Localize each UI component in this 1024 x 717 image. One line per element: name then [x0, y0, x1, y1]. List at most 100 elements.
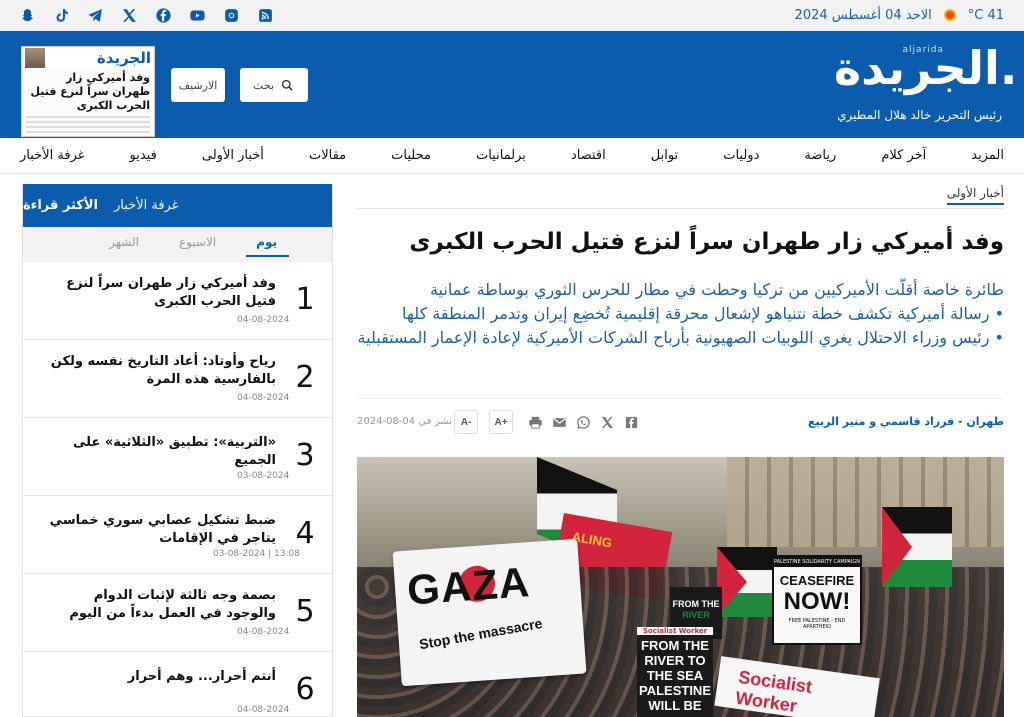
rank-title[interactable]: «التربية»: تطبيق «الثلاثية» على الجميع	[48, 434, 276, 470]
section-label[interactable]: أخبار الأولى	[946, 186, 1004, 205]
article-summary: طائرة خاصة أقلّت الأميركيين من تركيا وحط…	[357, 278, 1004, 350]
article-byline[interactable]: طهران - فرزاد قاسمي و منير الربيع	[808, 415, 1004, 428]
search-label: بحث	[253, 79, 274, 92]
instagram-icon[interactable]	[222, 6, 241, 25]
print-icon[interactable]	[527, 414, 543, 430]
share-bar	[527, 414, 639, 430]
whatsapp-share-icon[interactable]	[575, 414, 591, 430]
ceasefire-footer: FREE PALESTINE - END APARTHEID	[788, 618, 846, 630]
editor-in-chief: رئيس التحرير خالد هلال المطيري	[837, 108, 1002, 122]
river-sign-header: Socialist Worker	[637, 627, 713, 635]
most-read-sidebar: الأكثر قراءة غرفة الأخبار يوم الاسبوع ال…	[22, 184, 333, 717]
meta-divider	[357, 398, 1004, 399]
rank-number: 2	[295, 360, 315, 395]
nav-item[interactable]: أخبار الأولى	[202, 148, 264, 163]
gaza-word: GAZA	[405, 558, 532, 614]
rank-date: 04-08-2024	[237, 627, 290, 637]
gaza-subtext: Stop the massacre	[418, 614, 544, 653]
list-item[interactable]: 6 أنتم أحرار... وهم أحرار 04-08-2024	[23, 652, 332, 717]
rank-date: 04-08-2024	[237, 393, 290, 403]
font-decrease-button[interactable]: A-	[454, 410, 478, 434]
publish-date: نشر في 04-08-2024	[357, 416, 452, 427]
logo-latin: aljarida	[902, 45, 944, 55]
ceasefire-word: CEASEFIRE	[779, 573, 855, 588]
social-links	[18, 6, 275, 25]
rank-date: 03-08-2024	[237, 471, 290, 481]
river-sign-small-line: RIVER	[682, 610, 710, 620]
period-tab-day[interactable]: يوم	[246, 235, 289, 257]
list-item[interactable]: 1 وفد أميركي زار طهران سراً لنزع فتيل الح…	[23, 262, 332, 340]
top-bar: 41 C° الاحد 04 أغسطس 2024	[0, 0, 1024, 31]
nav-item[interactable]: محليات	[391, 148, 431, 163]
nav-item[interactable]: اقتصاد	[571, 148, 606, 163]
youtube-icon[interactable]	[188, 6, 207, 25]
facebook-share-icon[interactable]	[623, 414, 639, 430]
rank-title[interactable]: وفد أميركي زار طهران سراً لنزع فتيل الحر…	[48, 275, 276, 311]
river-sign-small-line: FROM THE	[672, 599, 720, 609]
paper-masthead: الجريدة	[22, 47, 154, 69]
gaza-sign: GAZA Stop the massacre	[392, 538, 587, 687]
nav-item[interactable]: توابل	[651, 148, 678, 163]
todays-paper-thumbnail[interactable]: الجريدة وفد أميركي زار طهران سراً لنزع ف…	[21, 46, 155, 137]
article-headline: وفد أميركي زار طهران سراً لنزع فتيل الحر…	[409, 229, 1004, 255]
summary-line: • رسالة أميركية تكشف خطة نتنياهو لإشعال …	[402, 304, 1004, 323]
nav-item[interactable]: مقالات	[309, 148, 346, 163]
nav-item[interactable]: المزيد	[971, 148, 1004, 163]
sun-icon	[942, 7, 958, 23]
nav-item[interactable]: فيديو	[130, 148, 157, 163]
temperature: 41 C°	[967, 7, 1004, 23]
palestinian-flag	[717, 547, 777, 617]
rank-date: 04-08-2024	[237, 705, 290, 715]
period-tab-week[interactable]: الاسبوع	[179, 235, 216, 254]
rank-title[interactable]: ضبط تشكيل عصابي سوري خماسي يتاجر في الإق…	[48, 512, 276, 548]
nav-item[interactable]: آخر كلام	[881, 148, 926, 163]
paper-headline: وفد أميركي زار طهران سراً لنزع فتيل الحر…	[30, 71, 150, 112]
palestinian-flag	[882, 507, 952, 587]
rank-title[interactable]: رياح وأوتاد: أعاد التاريخ نفسه ولكن بالف…	[48, 353, 276, 389]
paper-title: الجريدة	[96, 49, 151, 67]
nav-item[interactable]: رياضة	[804, 148, 836, 163]
list-item[interactable]: 5 بصمة وجه ثالثة لإثبات الدوام والوجود في…	[23, 574, 332, 652]
list-item[interactable]: 2 رياح وأوتاد: أعاد التاريخ نفسه ولكن بال…	[23, 340, 332, 418]
rank-number: 3	[295, 438, 315, 473]
site-logo[interactable]: الجريدة. aljarida	[834, 41, 1018, 95]
rank-number: 6	[295, 672, 315, 707]
search-icon	[281, 79, 293, 91]
sidebar-tabs: الأكثر قراءة غرفة الأخبار	[23, 184, 332, 227]
tab-most-read[interactable]: الأكثر قراءة	[23, 198, 98, 213]
site-header: الجريدة. aljarida رئيس التحرير خالد هلال…	[0, 31, 1024, 138]
paper-body	[26, 116, 150, 136]
weather-date: 41 C° الاحد 04 أغسطس 2024	[795, 7, 1004, 23]
rank-number: 5	[295, 594, 315, 629]
tab-newsroom[interactable]: غرفة الأخبار	[114, 198, 179, 213]
section-divider	[357, 208, 1004, 209]
rank-number: 1	[295, 282, 315, 317]
rank-title[interactable]: أنتم أحرار... وهم أحرار	[48, 668, 276, 686]
summary-line: طائرة خاصة أقلّت الأميركيين من تركيا وحط…	[429, 280, 1004, 299]
tiktok-icon[interactable]	[52, 6, 71, 25]
rss-icon[interactable]	[256, 6, 275, 25]
list-item[interactable]: 4 ضبط تشكيل عصابي سوري خماسي يتاجر في الإ…	[23, 496, 332, 574]
current-date: الاحد 04 أغسطس 2024	[794, 7, 932, 23]
nav-item[interactable]: دوليات	[723, 148, 759, 163]
photo-building	[727, 457, 1004, 547]
period-tabs: يوم الاسبوع الشهر	[23, 227, 332, 262]
rank-title[interactable]: بصمة وجه ثالثة لإثبات الدوام والوجود في …	[48, 587, 276, 623]
main-nav: غرفة الأخبار فيديو أخبار الأولى مقالات محليا…	[0, 138, 1024, 174]
article-photo[interactable]: ALING GAZA Stop the massacre FROM THE RI…	[357, 457, 1004, 717]
rank-number: 4	[295, 516, 315, 551]
font-increase-button[interactable]: A+	[489, 410, 513, 434]
search-button[interactable]: بحث	[240, 68, 308, 102]
telegram-icon[interactable]	[86, 6, 105, 25]
period-tab-month[interactable]: الشهر	[109, 235, 139, 254]
nav-item[interactable]: غرفة الأخبار	[20, 148, 85, 163]
facebook-icon[interactable]	[154, 6, 173, 25]
x-share-icon[interactable]	[599, 414, 615, 430]
snapchat-icon[interactable]	[18, 6, 37, 25]
x-icon[interactable]	[120, 6, 139, 25]
list-item[interactable]: 3 «التربية»: تطبيق «الثلاثية» على الجميع 0…	[23, 418, 332, 496]
email-share-icon[interactable]	[551, 414, 567, 430]
nav-item[interactable]: برلمانيات	[476, 148, 526, 163]
archive-button[interactable]: الارشيف	[171, 68, 225, 102]
nav-list: غرفة الأخبار فيديو أخبار الأولى مقالات محليا…	[20, 148, 1004, 163]
